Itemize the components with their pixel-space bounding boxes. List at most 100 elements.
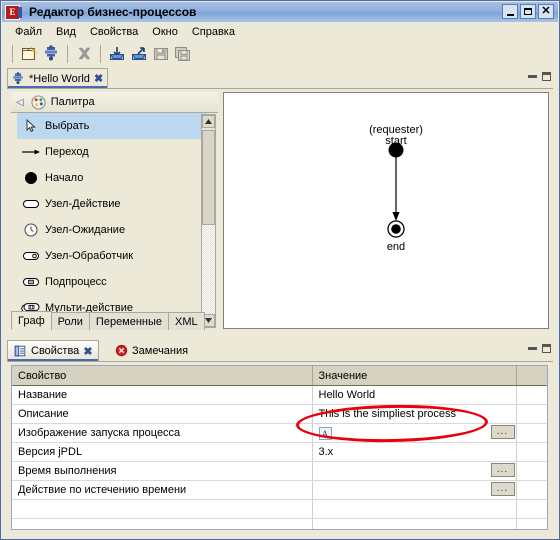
property-value[interactable]: 3.x	[312, 442, 517, 462]
properties-minimize-icon[interactable]	[528, 347, 537, 350]
save-button[interactable]	[150, 43, 172, 65]
tab-notes[interactable]: Замечания	[110, 340, 197, 361]
palette-item-task-node[interactable]: Узел-Действие	[11, 191, 218, 217]
transition-arrow-icon	[21, 143, 41, 161]
table-row[interactable]: Время выполнения ...	[12, 461, 547, 481]
editor-tab-label: *Hello World	[29, 72, 90, 85]
property-name: Название	[12, 385, 313, 405]
properties-table-container[interactable]: Свойство Значение Название Hello World О…	[11, 365, 548, 530]
table-row[interactable]: Действие по истечению времени ...	[12, 480, 547, 500]
wait-node-icon	[21, 221, 41, 239]
palette-item-label: Выбрать	[45, 120, 90, 132]
property-value[interactable]: A ...	[312, 423, 517, 443]
save-icon	[154, 48, 168, 60]
column-header-value[interactable]: Значение	[312, 366, 517, 386]
property-name	[12, 518, 313, 529]
toolbar-separator-3	[100, 45, 101, 63]
palette-item-subprocess[interactable]: Подпроцесс	[11, 269, 218, 295]
tab-properties-label: Свойства	[31, 345, 80, 357]
table-row[interactable]: Изображение запуска процесса A ...	[12, 423, 547, 443]
process-settings-icon	[45, 45, 57, 61]
delete-button[interactable]	[73, 43, 95, 65]
new-process-button[interactable]	[18, 43, 40, 65]
menu-help[interactable]: Справка	[185, 24, 242, 40]
palette-scrollbar[interactable]	[201, 114, 216, 328]
column-header-property[interactable]: Свойство	[12, 366, 313, 386]
table-row[interactable]: Версия jPDL 3.x	[12, 442, 547, 462]
palette-item-label: Узел-Ожидание	[45, 224, 126, 236]
editor-minimize-icon[interactable]	[528, 75, 537, 78]
process-settings-button[interactable]	[40, 43, 62, 65]
property-value[interactable]	[312, 518, 517, 529]
palette-item-select[interactable]: Выбрать	[17, 113, 208, 139]
property-value[interactable]: ...	[312, 480, 517, 500]
browse-button[interactable]: ...	[490, 482, 515, 496]
import-button[interactable]	[106, 43, 128, 65]
property-extra	[516, 404, 547, 424]
property-extra	[516, 423, 547, 443]
properties-body: Свойство Значение Название Hello World О…	[7, 361, 553, 536]
browse-button[interactable]: ...	[490, 463, 515, 477]
menu-view[interactable]: Вид	[49, 24, 83, 40]
table-row[interactable]: Название Hello World	[12, 385, 547, 405]
scrollbar-thumb[interactable]	[202, 130, 215, 225]
properties-maximize-icon[interactable]	[542, 344, 551, 353]
property-extra	[516, 518, 547, 529]
property-name: Версия jPDL	[12, 442, 313, 462]
process-diagram-canvas[interactable]: (requester) start end	[223, 92, 549, 329]
palette-item-wait-node[interactable]: Узел-Ожидание	[11, 217, 218, 243]
scroll-up-icon[interactable]	[202, 115, 215, 128]
table-row[interactable]: Описание This is the simpliest process	[12, 404, 547, 424]
start-node-label: start	[385, 135, 407, 147]
menu-properties[interactable]: Свойства	[83, 24, 145, 40]
scrollbar-track[interactable]	[202, 225, 215, 314]
editor-maximize-icon[interactable]	[542, 72, 551, 81]
property-extra	[516, 385, 547, 405]
table-row[interactable]	[12, 499, 547, 519]
maximize-button[interactable]	[520, 4, 536, 19]
palette-item-label: Переход	[45, 146, 89, 158]
editor-tab-hello-world[interactable]: *Hello World ✖	[7, 68, 109, 88]
export-icon	[132, 47, 146, 60]
palette-item-handler-node[interactable]: Узел-Обработчик	[11, 243, 218, 269]
palette-collapse-icon[interactable]: ◁	[16, 97, 24, 108]
tab-roles[interactable]: Роли	[50, 312, 90, 330]
title-bar: E Редактор бизнес-процессов ✕	[2, 2, 558, 22]
menu-bar: Файл Вид Свойства Окно Справка	[2, 22, 558, 41]
palette-item-transition[interactable]: Переход	[11, 139, 218, 165]
palette-icon	[31, 94, 46, 110]
editor-panel-buttons	[528, 72, 551, 81]
task-node-icon	[21, 195, 41, 213]
properties-tab-close-icon[interactable]: ✖	[83, 345, 92, 358]
minimize-button[interactable]	[502, 4, 518, 19]
editor-tab-close-icon[interactable]: ✖	[94, 72, 103, 85]
end-node-label: end	[386, 241, 406, 253]
tab-variables[interactable]: Переменные	[88, 312, 170, 330]
table-header-row: Свойство Значение	[12, 366, 547, 386]
property-value[interactable]	[312, 499, 517, 519]
close-button[interactable]: ✕	[538, 4, 554, 19]
property-value[interactable]: ...	[312, 461, 517, 481]
process-icon	[13, 71, 23, 84]
column-header-extra[interactable]	[516, 366, 547, 386]
save-all-button[interactable]	[172, 43, 194, 65]
palette-header: ◁ Палитра	[11, 92, 218, 113]
browse-button[interactable]: ...	[490, 425, 515, 439]
menu-file[interactable]: Файл	[8, 24, 49, 40]
table-row[interactable]	[12, 518, 547, 529]
palette-item-start[interactable]: Начало	[11, 165, 218, 191]
palette-item-label: Узел-Действие	[45, 198, 121, 210]
end-node-inner	[391, 224, 401, 234]
transition-arrowhead	[392, 212, 400, 221]
tab-xml[interactable]: XML	[168, 312, 205, 330]
property-extra	[516, 499, 547, 519]
export-button[interactable]	[128, 43, 150, 65]
property-value[interactable]: Hello World	[312, 385, 517, 405]
properties-icon	[14, 345, 26, 357]
property-value[interactable]: This is the simpliest process	[312, 404, 517, 424]
menu-window[interactable]: Окно	[145, 24, 185, 40]
tab-graph[interactable]: Граф	[11, 311, 52, 330]
toolbar-separator-2	[67, 45, 68, 63]
tab-properties[interactable]: Свойства ✖	[7, 340, 99, 361]
image-thumbnail-icon: A	[318, 426, 332, 440]
